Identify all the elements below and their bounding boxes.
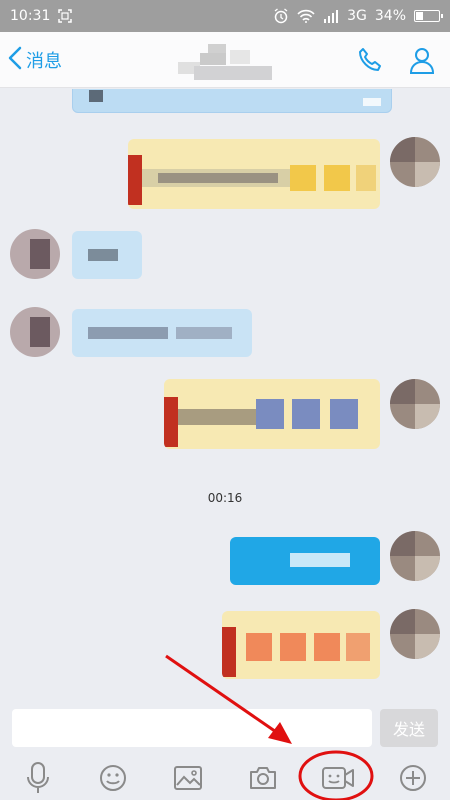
battery-percent: 34% [374, 8, 406, 24]
battery-icon [414, 10, 443, 22]
microphone-icon[interactable] [20, 760, 56, 796]
avatar-self[interactable] [390, 137, 440, 187]
back-label: 消息 [26, 51, 62, 72]
message-input[interactable] [12, 709, 372, 747]
input-toolbar [0, 756, 450, 800]
message-timestamp: 00:16 [207, 491, 243, 505]
avatar-self[interactable] [390, 609, 440, 659]
back-chevron-icon [8, 46, 22, 75]
battery-level [416, 12, 423, 20]
input-bar: 发送 [0, 701, 450, 756]
avatar-self[interactable] [390, 379, 440, 429]
send-button[interactable]: 发送 [380, 709, 438, 747]
message-bubble-outgoing-3[interactable] [230, 537, 380, 585]
camera-icon[interactable] [245, 760, 281, 796]
signal-icon [323, 9, 339, 23]
chat-header: 消息 [0, 32, 450, 88]
status-time: 10:31 [10, 8, 51, 24]
network-type: 3G [347, 8, 367, 24]
alarm-icon [273, 8, 289, 24]
message-bubble-outgoing-4[interactable] [222, 611, 380, 679]
phone-icon[interactable] [354, 44, 386, 76]
message-bubble-outgoing-1[interactable] [128, 139, 380, 209]
message-bubble-outgoing-2[interactable] [164, 379, 380, 449]
status-left: 10:31 [10, 8, 73, 24]
contact-profile-icon[interactable] [406, 44, 438, 76]
video-chat-icon[interactable] [320, 760, 356, 796]
image-icon[interactable] [170, 760, 206, 796]
wifi-icon [297, 9, 315, 23]
message-bubble-incoming-partial[interactable] [72, 89, 392, 113]
screenshot-icon [58, 9, 73, 23]
add-icon[interactable] [395, 760, 431, 796]
avatar-self[interactable] [390, 531, 440, 581]
message-bubble-incoming-1[interactable] [72, 231, 142, 279]
status-bar: 10:31 3G 34% [0, 0, 450, 32]
status-right: 3G 34% [273, 8, 443, 24]
avatar-contact[interactable] [10, 229, 60, 279]
header-actions [354, 44, 438, 76]
emoji-icon[interactable] [95, 760, 131, 796]
back-button[interactable]: 消息 [8, 44, 62, 76]
avatar-contact[interactable] [10, 307, 60, 357]
contact-name-obscured [170, 44, 280, 80]
message-bubble-incoming-2[interactable] [72, 309, 252, 357]
chat-area[interactable]: 00:16 [0, 89, 450, 701]
